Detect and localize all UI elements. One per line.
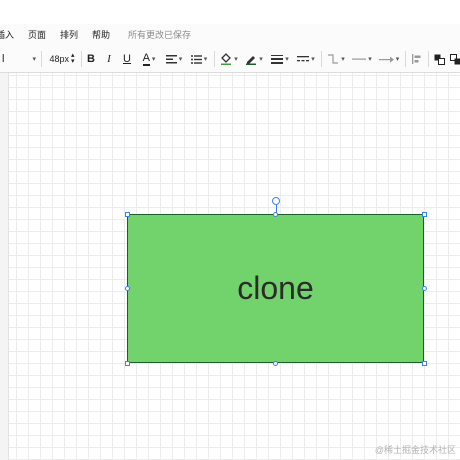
- font-color-button[interactable]: A ▾: [137, 50, 161, 68]
- line-start-icon: [352, 58, 367, 60]
- send-back-icon: [449, 53, 460, 64]
- line-color-button[interactable]: ▾: [243, 50, 265, 68]
- font-color-label: A: [142, 51, 150, 66]
- list-button[interactable]: ▾: [188, 50, 210, 68]
- resize-handle-w[interactable]: [125, 286, 130, 291]
- toolbar-divider: [405, 51, 406, 67]
- chevron-down-icon: ▾: [178, 56, 183, 63]
- toolbar-divider: [214, 51, 215, 67]
- connector-style-button[interactable]: ▾: [325, 50, 347, 68]
- menu-insert[interactable]: 插入: [0, 29, 14, 41]
- resize-handle-nw[interactable]: [125, 212, 130, 217]
- pen-icon: [246, 56, 257, 65]
- resize-handle-ne[interactable]: [422, 212, 427, 217]
- canvas-left-gutter: [0, 73, 9, 460]
- chevron-down-icon: ▾: [311, 56, 315, 63]
- shape-label[interactable]: clone: [237, 270, 314, 307]
- underline-button[interactable]: U: [120, 50, 134, 68]
- chevron-down-icon: ▾: [151, 56, 156, 63]
- rotate-handle[interactable]: [272, 197, 280, 205]
- italic-button[interactable]: I: [102, 50, 116, 68]
- line-style-button[interactable]: ▾: [294, 50, 318, 68]
- bold-button[interactable]: B: [84, 50, 98, 68]
- font-size-value: 48px: [49, 54, 69, 64]
- resize-handle-n[interactable]: [273, 212, 278, 217]
- chevron-down-icon: ▾: [203, 56, 208, 63]
- resize-handle-se[interactable]: [422, 361, 427, 366]
- line-start-button[interactable]: ▾: [350, 50, 374, 68]
- line-weight-icon: [271, 54, 284, 64]
- resize-handle-e[interactable]: [422, 286, 427, 291]
- chevron-down-icon: ▾: [285, 56, 289, 63]
- font-size-input[interactable]: 48px ▴ ▾: [46, 50, 78, 68]
- resize-handle-s[interactable]: [273, 361, 278, 366]
- format-toolbar: l ▾ 48px ▴ ▾ B I U A ▾ ▾ ▾ ▾ ▾ ▾ ▾ ▾ ▾ ▾: [0, 46, 460, 73]
- toolbar-divider: [428, 51, 429, 67]
- font-family-select[interactable]: l ▾: [0, 50, 38, 68]
- menu-page[interactable]: 页面: [28, 29, 46, 41]
- chevron-down-icon: ▾: [32, 56, 36, 63]
- line-width-button[interactable]: ▾: [268, 50, 292, 68]
- align-button[interactable]: ▾: [163, 50, 185, 68]
- watermark: @稀土掘金技术社区: [374, 445, 456, 455]
- align-left-icon: [165, 54, 177, 63]
- send-to-back-button[interactable]: [448, 50, 460, 68]
- chevron-down-icon: ▾: [341, 56, 345, 63]
- arrow-right-icon: [378, 56, 394, 63]
- toolbar-divider: [321, 51, 322, 67]
- dash-style-icon: [297, 55, 310, 61]
- chevron-down-icon: ▾: [368, 56, 372, 63]
- toolbar-divider: [41, 51, 42, 67]
- toolbar-divider: [81, 51, 82, 67]
- chevron-down-icon: ▾: [259, 56, 263, 63]
- line-end-button[interactable]: ▾: [376, 50, 402, 68]
- font-family-value: l: [2, 53, 5, 65]
- menu-help[interactable]: 帮助: [92, 29, 110, 41]
- menu-arrange[interactable]: 排列: [60, 29, 78, 41]
- chevron-down-icon: ▾: [234, 56, 238, 63]
- resize-handle-sw[interactable]: [125, 361, 130, 366]
- rectangle-shape[interactable]: clone: [127, 214, 424, 363]
- fill-color-button[interactable]: ▾: [218, 50, 240, 68]
- list-icon: [190, 54, 202, 64]
- save-status: 所有更改已保存: [128, 30, 192, 40]
- align-shapes-icon: [412, 54, 421, 64]
- bring-to-front-button[interactable]: [432, 50, 446, 68]
- stepper-icon[interactable]: ▴ ▾: [71, 52, 75, 65]
- paint-bucket-icon: [221, 53, 232, 65]
- align-shapes-button[interactable]: [409, 50, 425, 68]
- bring-front-icon: [434, 54, 445, 65]
- chevron-down-icon: ▾: [395, 56, 400, 63]
- menu-bar: 插入 页面 排列 帮助 所有更改已保存: [0, 24, 460, 46]
- elbow-connector-icon: [328, 54, 339, 64]
